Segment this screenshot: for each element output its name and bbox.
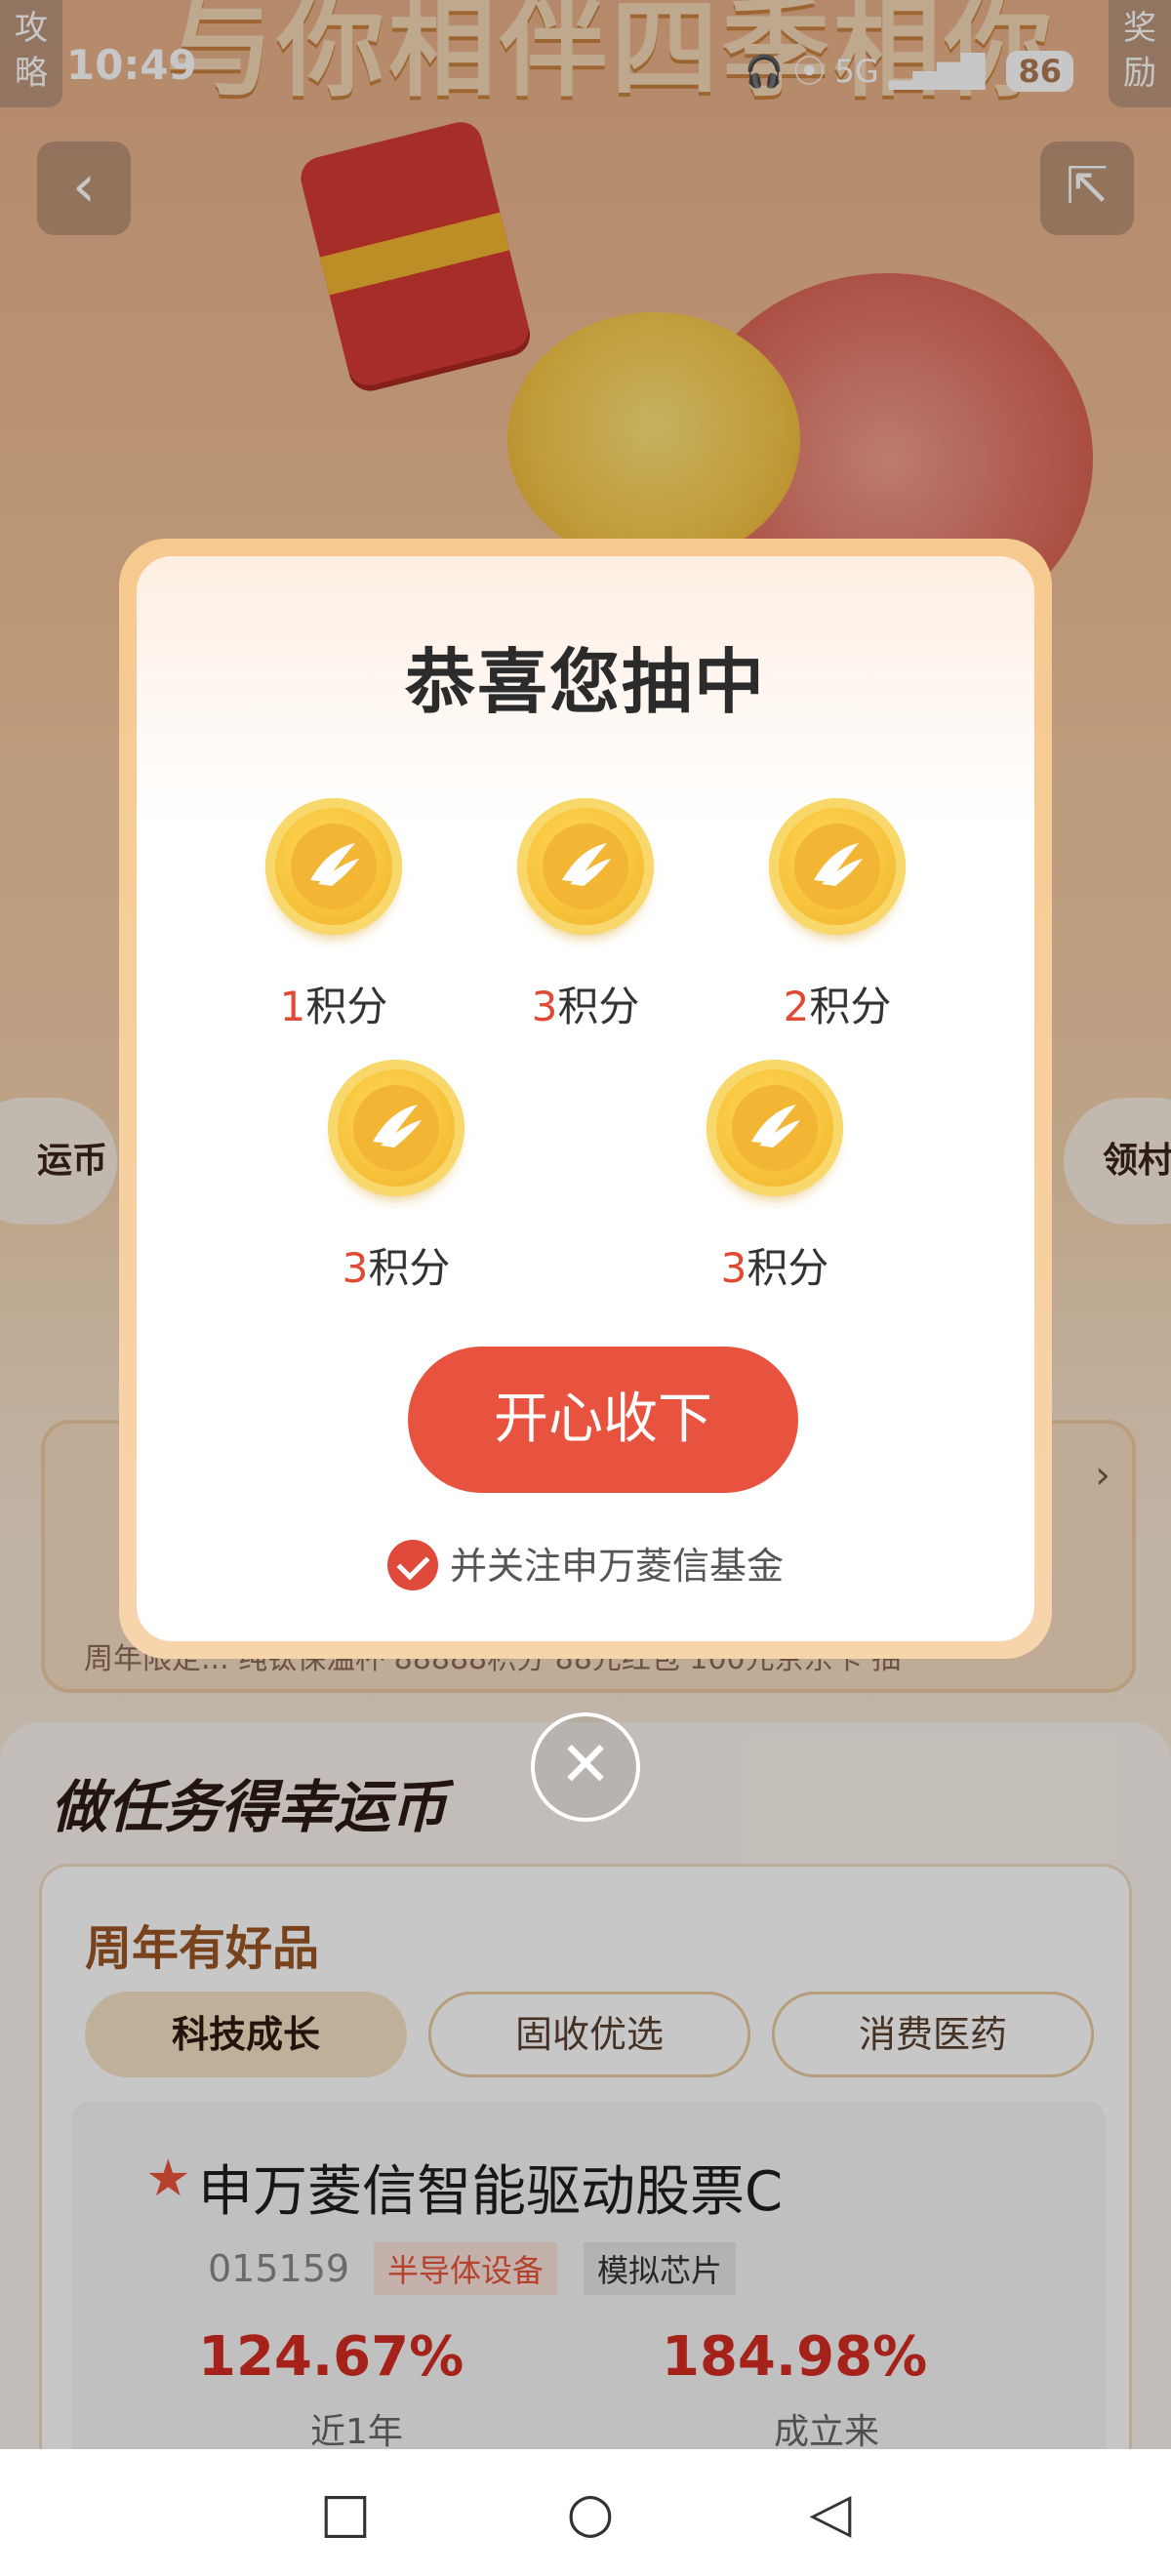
banana-coin-icon xyxy=(328,1060,464,1196)
prize-label: 1积分 xyxy=(279,983,388,1030)
prize-label: 3积分 xyxy=(720,1244,829,1292)
prize-label: 2积分 xyxy=(783,983,892,1030)
system-nav-bar: □ ○ ◁ xyxy=(0,2449,1171,2576)
prize-modal: 恭喜您抽中 1积分 3积分 2积分 3积分 3积分 开心收下 并关注申万菱信基金 xyxy=(119,539,1052,1659)
banana-coin-icon xyxy=(517,798,654,935)
follow-checkbox-row[interactable]: 并关注申万菱信基金 xyxy=(137,1536,1034,1594)
accept-button[interactable]: 开心收下 xyxy=(408,1347,798,1493)
prize-label: 3积分 xyxy=(531,983,640,1030)
banana-coin-icon xyxy=(769,798,906,935)
back-nav-icon[interactable]: ◁ xyxy=(809,2481,851,2545)
close-modal-button[interactable]: ✕ xyxy=(531,1712,640,1822)
prize-label: 3积分 xyxy=(342,1244,451,1292)
recents-icon[interactable]: □ xyxy=(320,2481,372,2545)
close-icon: ✕ xyxy=(559,1729,612,1801)
modal-title: 恭喜您抽中 xyxy=(404,641,766,723)
banana-coin-icon xyxy=(265,798,402,935)
prize-modal-body: 恭喜您抽中 1积分 3积分 2积分 3积分 3积分 开心收下 并关注申万菱信基金 xyxy=(137,556,1034,1641)
home-icon[interactable]: ○ xyxy=(566,2481,614,2545)
follow-label: 并关注申万菱信基金 xyxy=(449,1545,784,1588)
banana-coin-icon xyxy=(707,1060,843,1196)
check-circle-icon[interactable] xyxy=(386,1539,438,1590)
